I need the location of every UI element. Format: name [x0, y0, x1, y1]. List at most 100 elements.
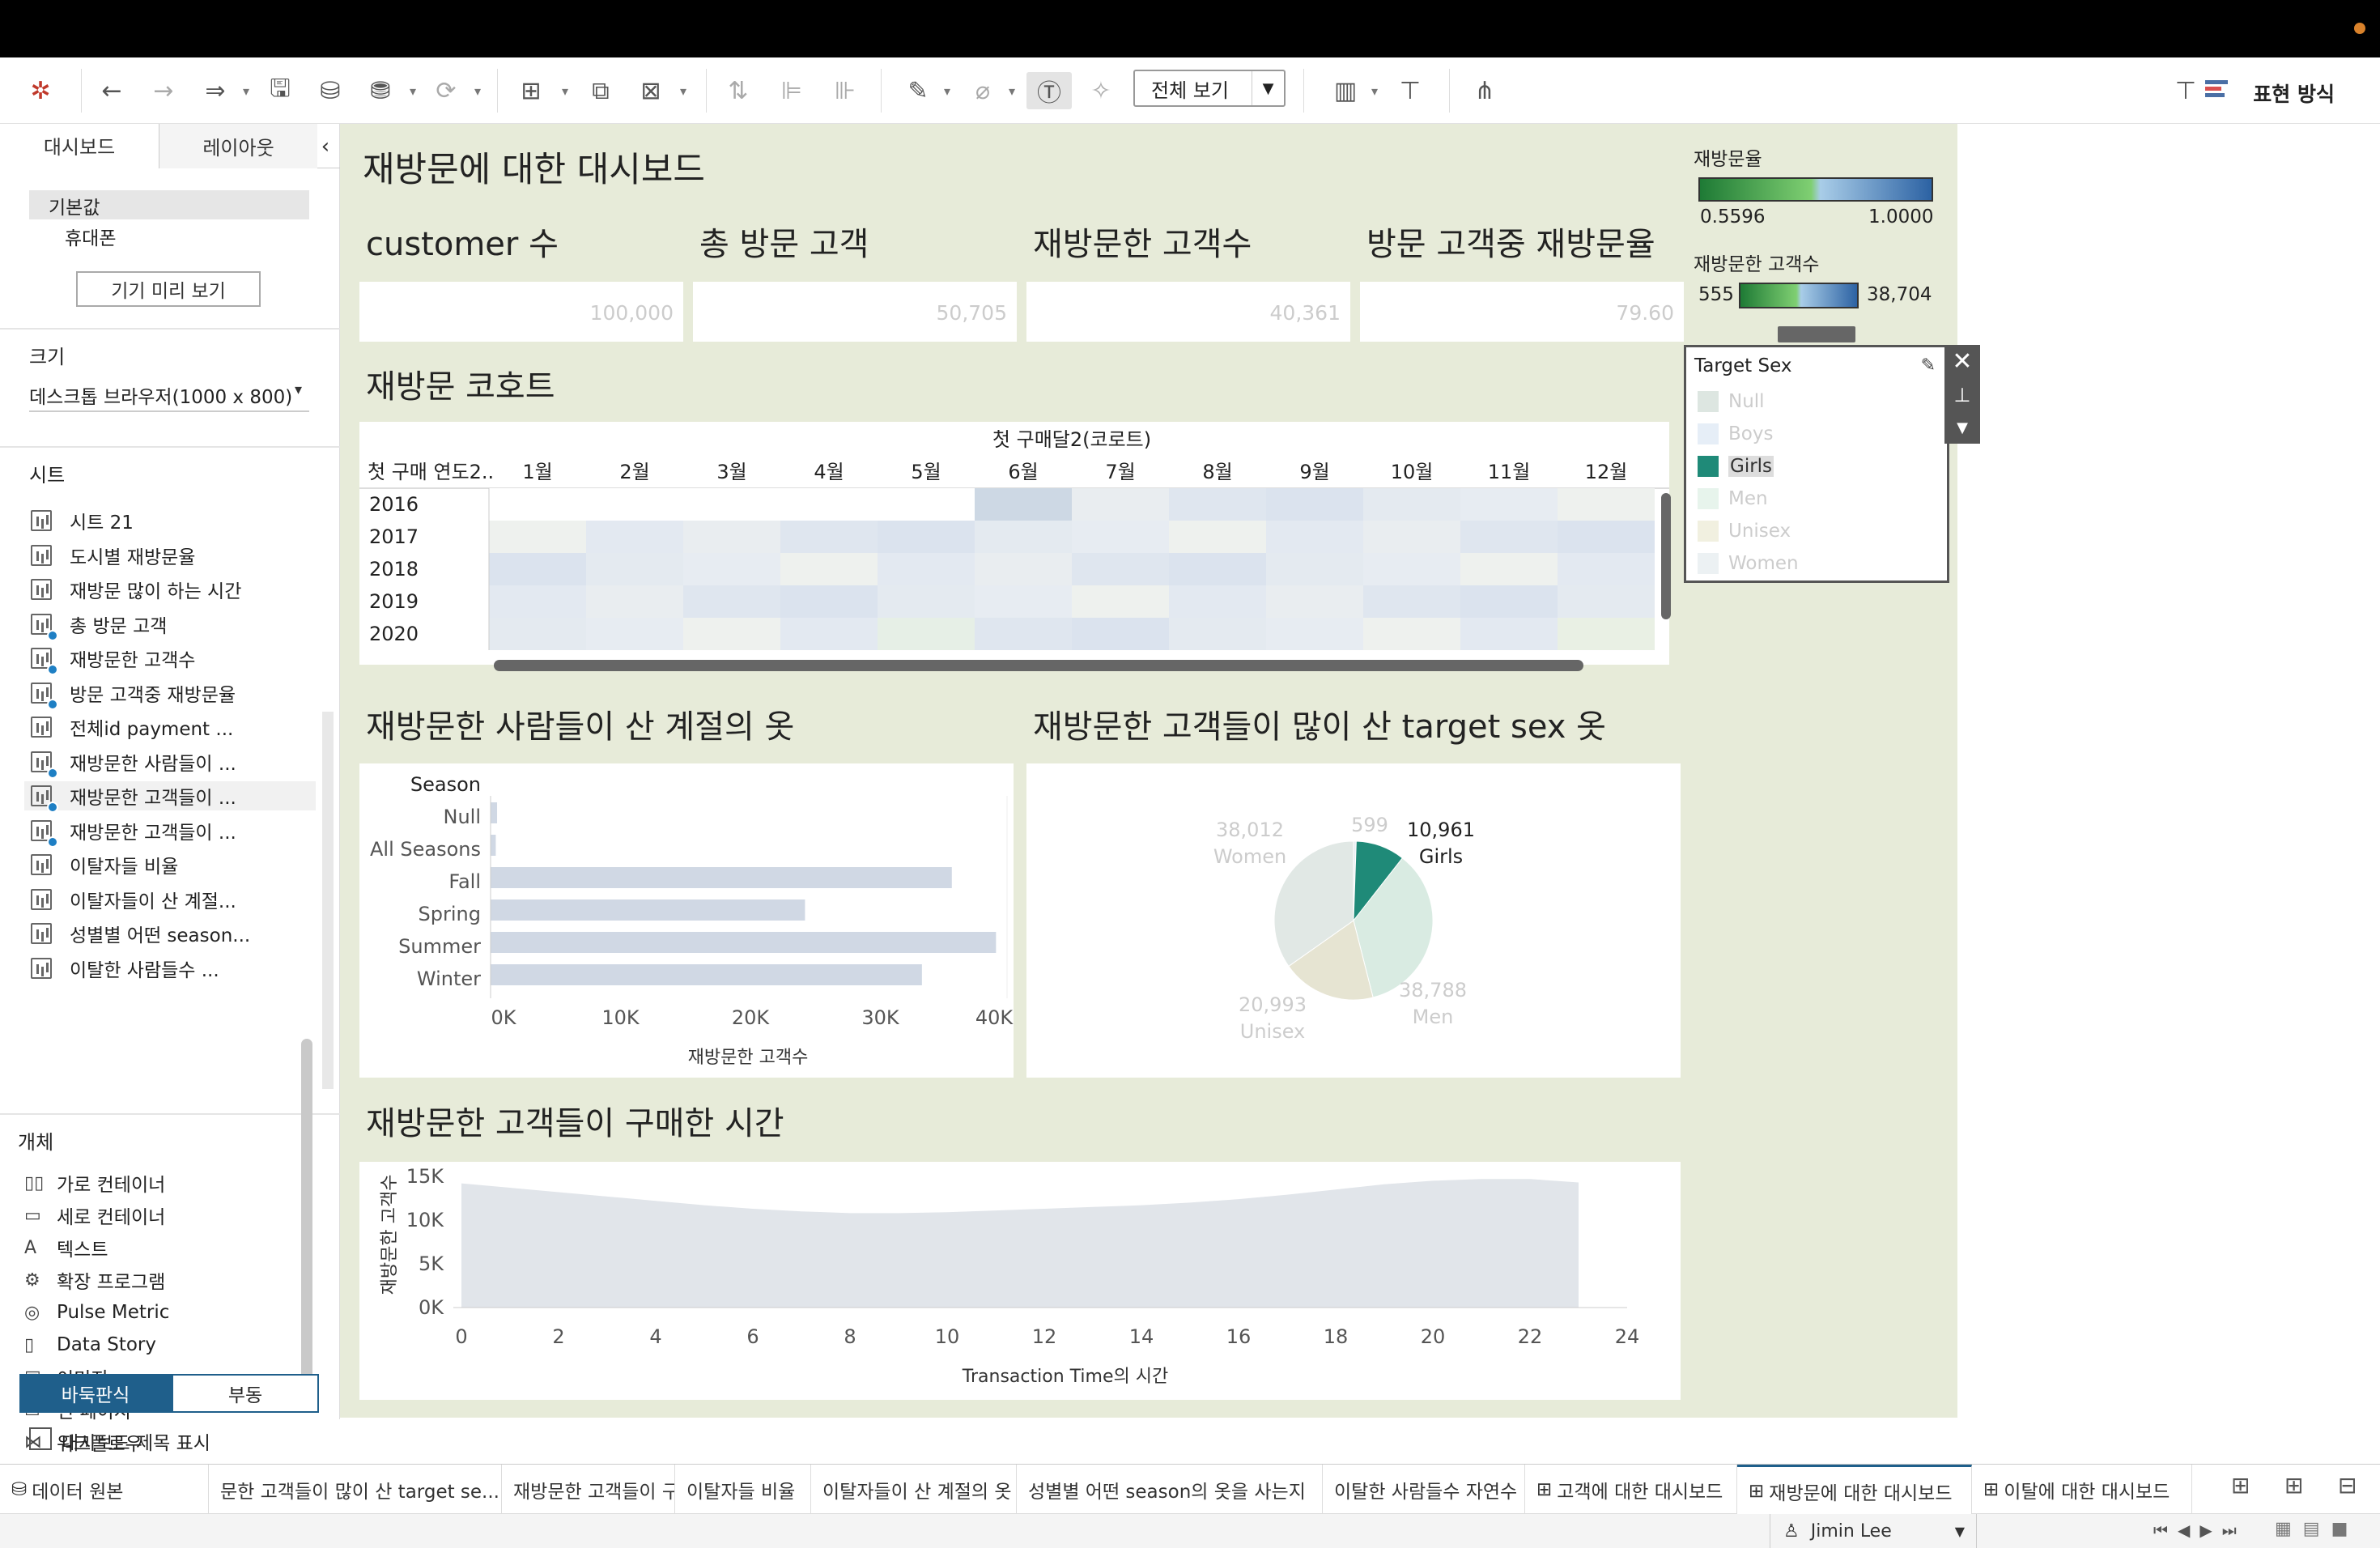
- heatmap-cell[interactable]: [683, 553, 780, 585]
- sheet-item[interactable]: 성별별 어떤 season...: [31, 919, 250, 948]
- heatmap-cell[interactable]: [1169, 521, 1266, 553]
- heatmap-cell[interactable]: [1363, 585, 1460, 618]
- bar[interactable]: [491, 899, 805, 921]
- sort-desc-icon[interactable]: ⊪: [824, 72, 866, 109]
- heatmap-cell[interactable]: [975, 521, 1072, 553]
- sheet-tab[interactable]: 성별별 어떤 season의 옷을 사는지: [1017, 1465, 1323, 1515]
- heatmap-cell[interactable]: [1169, 618, 1266, 650]
- fit-icon[interactable]: ▥: [1324, 72, 1366, 109]
- heatmap-cell[interactable]: [780, 553, 878, 585]
- clear-dropdown-icon[interactable]: ▾: [675, 72, 691, 109]
- bar[interactable]: [491, 867, 952, 888]
- heatmap-cell[interactable]: [586, 585, 683, 618]
- heatmap-cell[interactable]: [1363, 488, 1460, 521]
- object-item[interactable]: ▯▯ 가로 컨테이너: [24, 1168, 165, 1197]
- heatmap-cell[interactable]: [878, 488, 975, 521]
- cohort-card[interactable]: 첫 구매달2(코로트) 첫 구매 연도2.. 1월 2월 3월 4월 5월 6월 7월 8월 9월 1…: [359, 422, 1669, 665]
- new-sheet-icon[interactable]: ⊞: [510, 72, 552, 109]
- heatmap-cell[interactable]: [1266, 618, 1363, 650]
- heatmap-cell[interactable]: [1558, 585, 1655, 618]
- heatmap-cell[interactable]: [683, 618, 780, 650]
- cohort-vscrollbar[interactable]: [1661, 493, 1671, 619]
- new-datasource-icon[interactable]: ⛁: [311, 72, 350, 109]
- time-area-chart[interactable]: 0K5K10K15K0 2 4 6 8 10 12 14 16 18 20 22 24Transacti…: [359, 1162, 1681, 1400]
- heatmap-cell[interactable]: [1558, 618, 1655, 650]
- heatmap-cell[interactable]: [586, 553, 683, 585]
- heatmap-cell[interactable]: [1363, 618, 1460, 650]
- heatmap-cell[interactable]: [975, 618, 1072, 650]
- heatmap-cell[interactable]: [1266, 521, 1363, 553]
- heatmap-cell[interactable]: [586, 521, 683, 553]
- tableau-logo-icon[interactable]: ✲: [23, 72, 58, 109]
- pin-icon[interactable]: ✧: [1080, 72, 1122, 109]
- sheet-item[interactable]: 재방문한 고객들이 ...: [24, 781, 316, 813]
- close-icon[interactable]: ✕: [1944, 345, 1980, 377]
- show-me-icon[interactable]: [2205, 79, 2228, 103]
- season-bar-chart[interactable]: Season Null All Seasons Fall Spring Summer Win…: [359, 763, 1014, 1078]
- heatmap-cell[interactable]: [1460, 585, 1558, 618]
- container-handle[interactable]: [1778, 326, 1855, 342]
- tab-dashboard[interactable]: 대시보드: [0, 124, 159, 168]
- filter-item-unisex[interactable]: Unisex: [1698, 517, 1791, 545]
- heatmap-cell[interactable]: [489, 585, 586, 618]
- heatmap-cell[interactable]: [1558, 553, 1655, 585]
- target-sex-filter[interactable]: Target Sex ✎ Null Boys Girls Men Unisex Women: [1684, 345, 1949, 583]
- heatmap-cell[interactable]: [1558, 521, 1655, 553]
- pie-card[interactable]: 10,961 Girls 38,788 Men 20,993 Unisex 38,012 Wo…: [1026, 763, 1681, 1078]
- device-preview-button[interactable]: 기기 미리 보기: [76, 271, 261, 307]
- tab-layout[interactable]: 레이아웃: [159, 124, 317, 168]
- cohort-hscrollbar[interactable]: [494, 660, 1583, 671]
- swap-dropdown-icon[interactable]: ▾: [238, 72, 254, 109]
- highlight-dropdown-icon[interactable]: ▾: [939, 72, 955, 109]
- sheet-item[interactable]: 재방문한 사람들이 ...: [31, 747, 236, 779]
- new-sheet-dropdown-icon[interactable]: ▾: [557, 72, 573, 109]
- kpi-customer-card[interactable]: 100,000: [359, 282, 683, 342]
- undo-icon[interactable]: ←: [91, 72, 133, 109]
- object-item[interactable]: ◎ Pulse Metric: [24, 1298, 169, 1327]
- sheet-item[interactable]: 재방문한 고객들이 ...: [31, 816, 236, 848]
- filter-item-null[interactable]: Null: [1698, 388, 1765, 415]
- group-dropdown-icon[interactable]: ▾: [1004, 72, 1020, 109]
- sheet-item[interactable]: 이탈자들이 산 계절...: [31, 885, 236, 914]
- heatmap-cell[interactable]: [1558, 488, 1655, 521]
- heatmap-cell[interactable]: [489, 553, 586, 585]
- heatmap-cell[interactable]: [1266, 553, 1363, 585]
- heatmap-cell[interactable]: [683, 521, 780, 553]
- collapse-icon[interactable]: ‹: [311, 124, 340, 168]
- filter-item-men[interactable]: Men: [1698, 485, 1768, 512]
- heatmap-cell[interactable]: [1072, 553, 1169, 585]
- save-icon[interactable]: 🖫: [261, 72, 300, 109]
- pin-icon[interactable]: ⊥: [1944, 379, 1980, 411]
- heatmap-cell[interactable]: [1072, 585, 1169, 618]
- filter-item-boys[interactable]: Boys: [1698, 420, 1773, 448]
- heatmap-cell[interactable]: [489, 488, 586, 521]
- heatmap-cell[interactable]: [1072, 488, 1169, 521]
- object-item[interactable]: ▯ Data Story: [24, 1330, 156, 1359]
- heatmap-cell[interactable]: [1266, 585, 1363, 618]
- heatmap-cell[interactable]: [489, 618, 586, 650]
- time-card[interactable]: 0K 5K 10K 15K 0 2 4 6 8 10 12 14 16 18 20 22 24 Transacti…: [359, 1162, 1681, 1400]
- area-series[interactable]: [461, 1179, 1579, 1308]
- filter-item-women[interactable]: Women: [1698, 550, 1799, 577]
- bar[interactable]: [491, 802, 498, 823]
- heatmap-cell[interactable]: [683, 488, 780, 521]
- sheet-tab[interactable]: 이탈자들 비율: [675, 1465, 811, 1515]
- heatmap-cell[interactable]: [878, 585, 975, 618]
- object-item[interactable]: ⚙ 확장 프로그램: [24, 1265, 165, 1295]
- sheet-item[interactable]: 시트 21: [31, 506, 134, 535]
- sheet-tab[interactable]: 문한 고객들이 많이 산 target se...: [209, 1465, 502, 1515]
- chevron-down-icon[interactable]: ▾: [295, 381, 302, 398]
- sheet-item[interactable]: 재방문한 고객수: [31, 644, 195, 675]
- bar[interactable]: [491, 932, 997, 953]
- kpi-revisit-card[interactable]: 40,361: [1026, 282, 1350, 342]
- refresh-icon[interactable]: ⟳: [426, 72, 466, 109]
- sheet-list-scrollbar[interactable]: [322, 712, 334, 1089]
- share-icon[interactable]: ⋔: [1464, 72, 1506, 109]
- new-sheet-icon[interactable]: ⊞: [2231, 1472, 2250, 1499]
- object-item[interactable]: A 텍스트: [24, 1233, 108, 1262]
- chevron-down-icon[interactable]: ▼: [1944, 413, 1980, 442]
- cohort-heatmap[interactable]: 첫 구매달2(코로트) 첫 구매 연도2.. 1월 2월 3월 4월 5월 6월 7월 8월 9월 1…: [359, 422, 1669, 665]
- heatmap-cell[interactable]: [878, 553, 975, 585]
- new-story-icon[interactable]: ⊟: [2338, 1472, 2357, 1499]
- heatmap-cell[interactable]: [489, 521, 586, 553]
